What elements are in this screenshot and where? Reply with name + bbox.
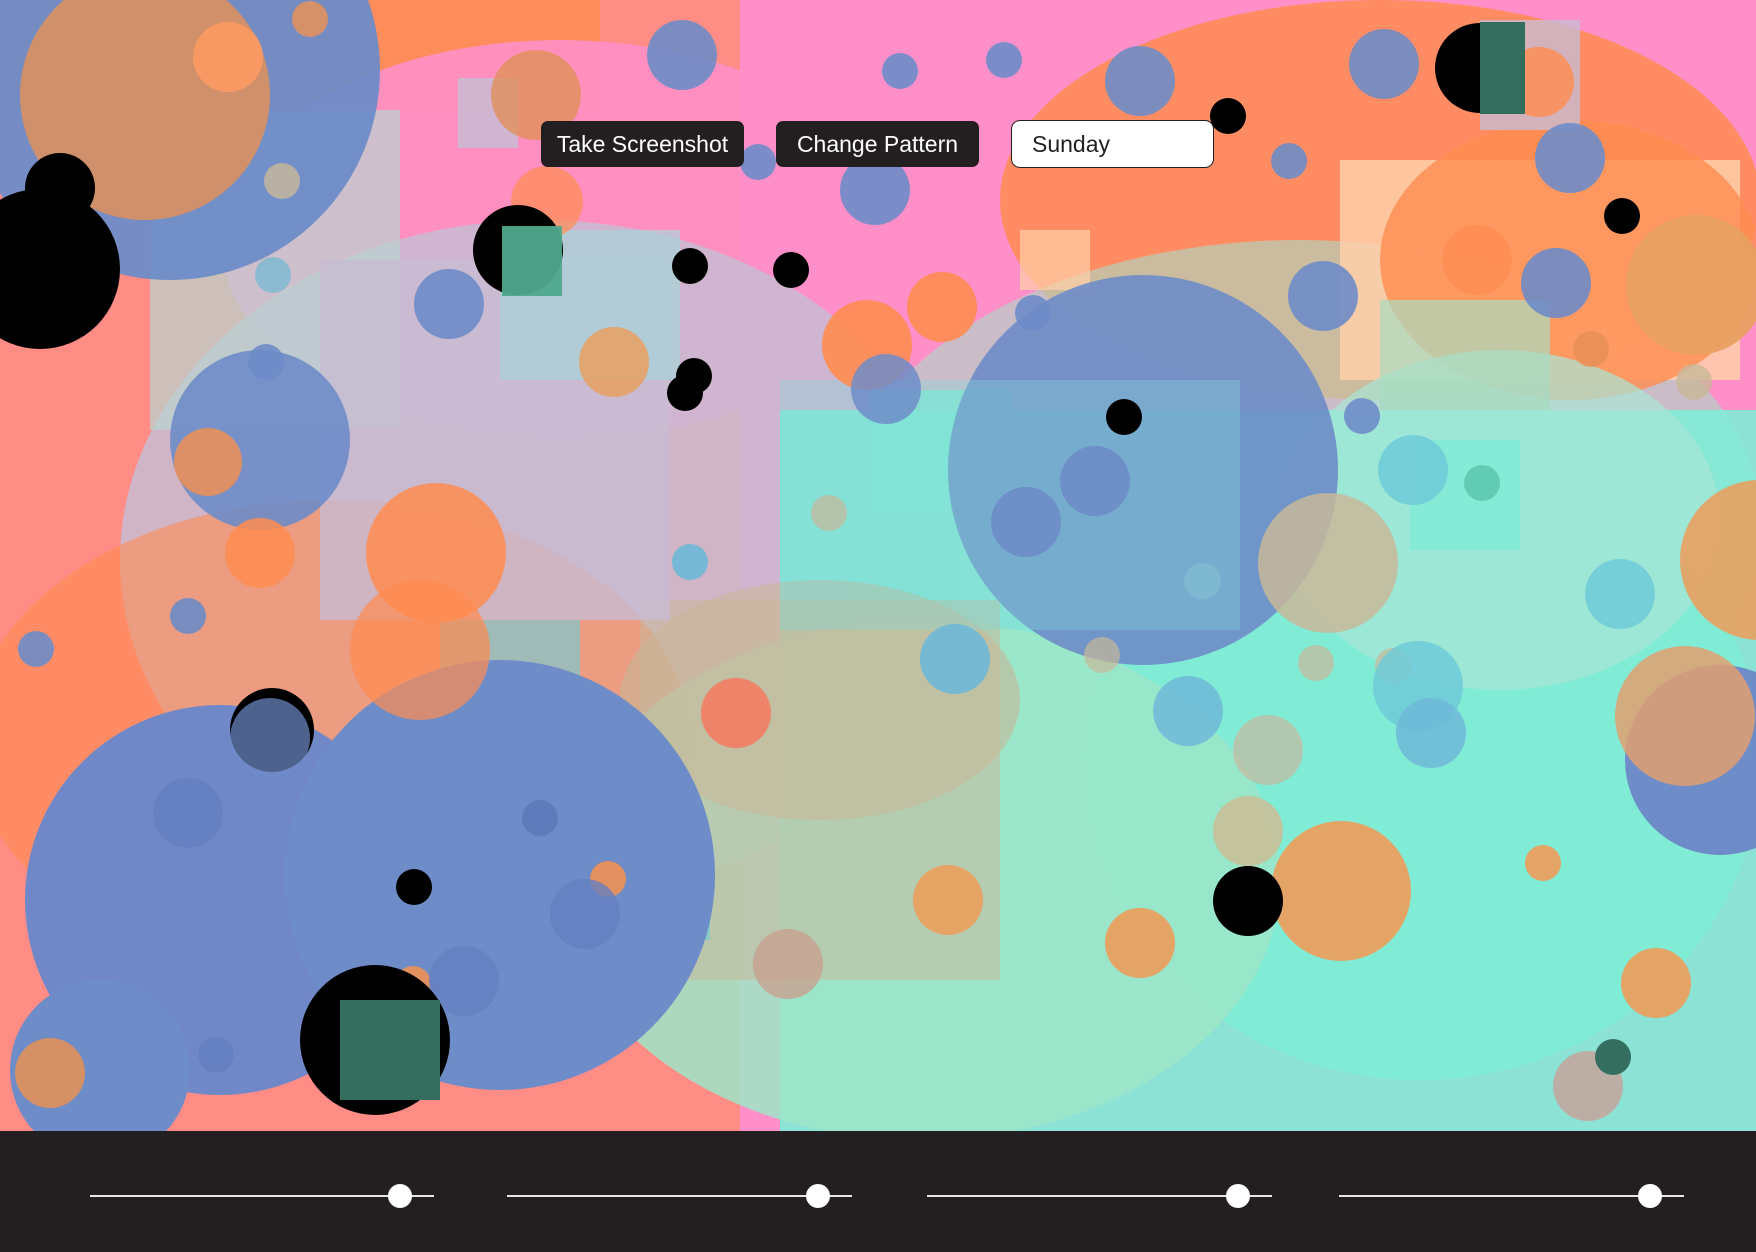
day-input[interactable] [1011, 120, 1214, 168]
slider-3[interactable] [927, 1184, 1272, 1208]
slider-track [1339, 1195, 1684, 1197]
slider-thumb[interactable] [387, 1184, 412, 1208]
slider-thumb[interactable] [805, 1184, 830, 1208]
slider-track [90, 1195, 434, 1197]
slider-track [507, 1195, 852, 1197]
change-pattern-button[interactable]: Change Pattern [776, 121, 979, 167]
slider-1[interactable] [90, 1184, 434, 1208]
generative-art-canvas [0, 0, 1756, 1131]
take-screenshot-button[interactable]: Take Screenshot [541, 121, 744, 167]
slider-4[interactable] [1339, 1184, 1684, 1208]
slider-thumb[interactable] [1225, 1184, 1250, 1208]
slider-track [927, 1195, 1272, 1197]
slider-thumb[interactable] [1637, 1184, 1662, 1208]
slider-2[interactable] [507, 1184, 852, 1208]
